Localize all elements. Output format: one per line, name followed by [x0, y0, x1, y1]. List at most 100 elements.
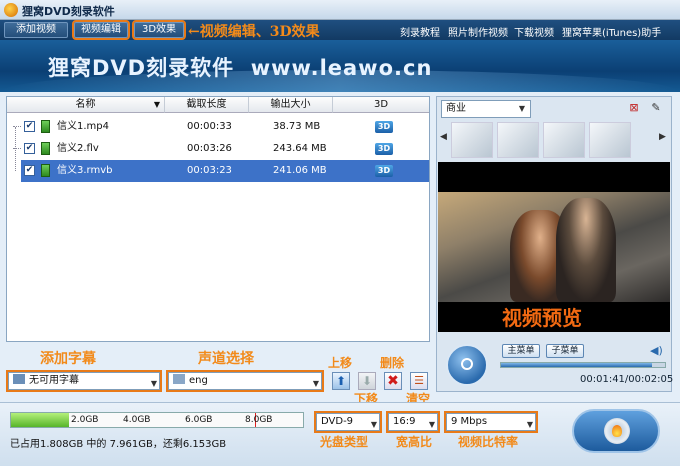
template-thumbnail[interactable] — [543, 122, 585, 158]
audio-annotation: 声道选择 — [198, 351, 254, 367]
window-title: 狸窝DVD刻录软件 — [22, 5, 115, 18]
row-length: 00:03:26 — [187, 143, 232, 154]
tick-label: 2.0GB — [71, 415, 99, 425]
seek-bar[interactable] — [500, 362, 666, 368]
audio-icon — [173, 374, 185, 384]
table-row[interactable]: ✔ 信义1.mp4 00:00:33 38.73 MB 3D — [7, 116, 429, 138]
column-name-label: 名称 — [75, 99, 96, 110]
3d-badge-icon[interactable]: 3D — [375, 165, 393, 177]
tree-vertical-line — [15, 127, 16, 171]
row-length: 00:00:33 — [187, 121, 232, 132]
row-size: 241.06 MB — [273, 165, 327, 176]
move-down-button[interactable]: ⬇ — [358, 372, 376, 390]
column-length[interactable]: 截取长度 — [165, 97, 249, 113]
table-row-selected[interactable]: ✔ 信义3.rmvb 00:03:23 241.06 MB 3D — [21, 160, 429, 182]
itunes-helper-link[interactable]: 狸窝苹果(iTunes)助手 — [562, 24, 661, 39]
video-preview: 视频预览 — [438, 162, 670, 332]
disc-type-label: 光盘类型 — [320, 435, 369, 449]
bitrate-label: 视频比特率 — [458, 435, 519, 449]
edit-annotation: ←视频编辑、3D效果 — [188, 24, 320, 40]
disc-type-value: DVD-9 — [321, 416, 354, 427]
row-length: 00:03:23 — [187, 165, 232, 176]
video-edit-button[interactable]: 视频编辑 — [72, 20, 130, 40]
aspect-dropdown[interactable]: 16:9 ▼ — [386, 411, 440, 433]
column-size[interactable]: 输出大小 — [249, 97, 333, 113]
seek-fill — [501, 363, 652, 367]
tick-label: 4.0GB — [123, 415, 151, 425]
audio-dropdown[interactable]: eng ▼ — [166, 370, 324, 392]
3d-badge-icon[interactable]: 3D — [375, 143, 393, 155]
file-list: 名称 ▼ 截取长度 输出大小 3D ✔ 信义1.mp4 00:00:33 38.7… — [6, 96, 430, 342]
chevron-down-icon: ▼ — [150, 379, 157, 388]
row-name: 信义2.flv — [57, 143, 99, 154]
volume-icon[interactable]: ◀) — [650, 344, 663, 357]
app-logo-icon — [4, 3, 18, 17]
photo-video-link[interactable]: 照片制作视频 — [448, 24, 508, 39]
bottom-bar: 2.0GB 4.0GB 6.0GB 8.0GB 已占用1.808GB 中的 7.… — [0, 402, 680, 466]
play-icon[interactable] — [461, 358, 473, 370]
bitrate-dropdown[interactable]: 9 Mbps ▼ — [444, 411, 538, 433]
table-row[interactable]: ✔ 信义2.flv 00:03:26 243.64 MB 3D — [7, 138, 429, 160]
tick-label: 8.0GB — [245, 415, 273, 425]
chevron-down-icon: ▼ — [370, 420, 377, 429]
chevron-down-icon: ▼ — [312, 379, 319, 388]
bitrate-value: 9 Mbps — [451, 416, 488, 427]
row-size: 243.64 MB — [273, 143, 327, 154]
edit-menu-icon[interactable]: ✎ — [649, 101, 663, 115]
template-value: 商业 — [446, 103, 466, 114]
sort-down-icon[interactable]: ▼ — [154, 97, 160, 113]
sub-menu-button[interactable]: 子菜单 — [546, 344, 584, 358]
time-readout: 00:01:41/00:02:05 — [580, 374, 674, 385]
burn-button[interactable] — [572, 409, 660, 453]
chevron-down-icon: ▼ — [428, 420, 435, 429]
nav-control[interactable] — [446, 344, 488, 386]
video-file-icon — [41, 142, 50, 155]
row-checkbox[interactable]: ✔ — [24, 121, 35, 132]
template-thumbnail[interactable] — [451, 122, 493, 158]
delete-button[interactable]: ✖ — [384, 372, 402, 390]
column-3d[interactable]: 3D — [333, 97, 429, 113]
burn-tutorial-link[interactable]: 刻录教程 — [400, 24, 440, 39]
disk-status: 已占用1.808GB 中的 7.961GB，还剩6.153GB — [10, 439, 227, 450]
row-name: 信义3.rmvb — [57, 165, 113, 176]
download-video-link[interactable]: 下载视频 — [514, 24, 554, 39]
column-name[interactable]: 名称 ▼ — [7, 97, 165, 113]
video-figure — [556, 198, 616, 302]
aspect-label: 宽高比 — [396, 435, 433, 449]
flame-icon — [612, 425, 622, 437]
row-checkbox[interactable]: ✔ — [24, 165, 35, 176]
scroll-left-icon[interactable]: ◀ — [440, 132, 447, 142]
3d-effect-button[interactable]: 3D效果 — [132, 20, 186, 40]
subtitle-dropdown[interactable]: 无可用字幕 ▼ — [6, 370, 162, 392]
row-size: 38.73 MB — [273, 121, 321, 132]
audio-value: eng — [189, 375, 208, 386]
remove-menu-icon[interactable]: ⊠ — [627, 101, 641, 115]
template-thumbnail[interactable] — [497, 122, 539, 158]
row-name: 信义1.mp4 — [57, 121, 109, 132]
chevron-down-icon: ▼ — [518, 104, 526, 113]
row-checkbox[interactable]: ✔ — [24, 143, 35, 154]
3d-badge-icon[interactable]: 3D — [375, 121, 393, 133]
main-menu-button[interactable]: 主菜单 — [502, 344, 540, 358]
video-file-icon — [41, 164, 50, 177]
preview-annotation: 视频预览 — [502, 306, 582, 330]
chevron-down-icon: ▼ — [526, 420, 533, 429]
title-bar: 狸窝DVD刻录软件 — [0, 0, 680, 20]
menu-bar: 添加视频 视频编辑 3D效果 ←视频编辑、3D效果 刻录教程 照片制作视频 下载… — [0, 20, 680, 40]
scroll-right-icon[interactable]: ▶ — [659, 132, 666, 142]
disk-usage-bar: 2.0GB 4.0GB 6.0GB 8.0GB — [10, 412, 304, 428]
template-dropdown[interactable]: 商业 ▼ — [441, 100, 531, 118]
subtitle-icon — [13, 374, 25, 384]
delete-annotation: 删除 — [380, 356, 405, 370]
banner: 狸窝DVD刻录软件 www.leawo.cn — [0, 40, 680, 92]
tick-label: 6.0GB — [185, 415, 213, 425]
disc-type-dropdown[interactable]: DVD-9 ▼ — [314, 411, 382, 433]
disk-used-fill — [11, 413, 70, 427]
move-up-button[interactable]: ⬆ — [332, 372, 350, 390]
video-file-icon — [41, 120, 50, 133]
subtitle-value: 无可用字幕 — [29, 375, 79, 386]
template-thumbnail[interactable] — [589, 122, 631, 158]
clear-list-button[interactable]: ☰ — [410, 372, 428, 390]
move-up-annotation: 上移 — [328, 356, 353, 370]
add-video-button[interactable]: 添加视频 — [4, 22, 68, 38]
